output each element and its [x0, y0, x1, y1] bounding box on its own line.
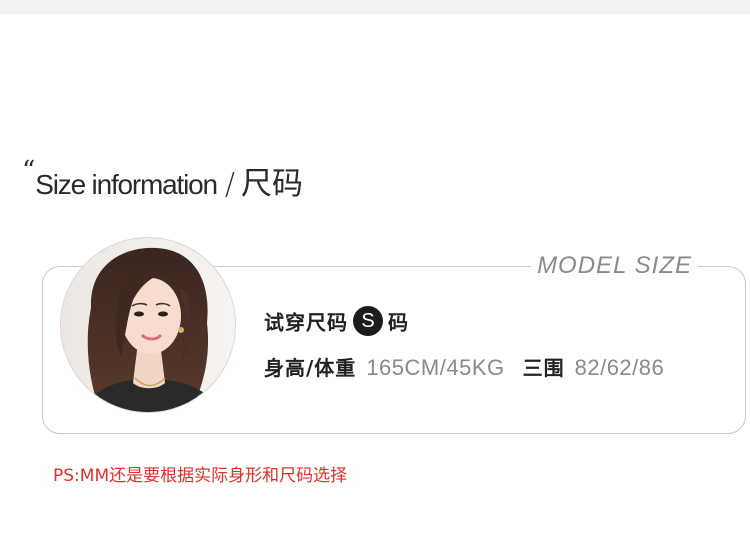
- heading-chinese: 尺码: [240, 166, 303, 202]
- measurements-label: 三围: [522, 356, 565, 380]
- height-weight-value: 165CM/45KG: [366, 355, 505, 380]
- heading-separator: /: [224, 167, 235, 202]
- stats-row: 身高/体重 165CM/45KG 三围 82/62/86: [264, 352, 664, 381]
- fit-note: PS:MM还是要根据实际身形和尺码选择: [53, 466, 348, 486]
- top-band: [0, 0, 750, 14]
- model-avatar: [60, 237, 236, 413]
- height-weight-label: 身高/体重: [264, 356, 357, 380]
- section-heading: “Size information / 尺码: [22, 156, 303, 203]
- size-badge: S: [353, 306, 383, 336]
- heading-quote-mark: “: [22, 156, 36, 186]
- trial-size-label: 试穿尺码: [264, 310, 348, 335]
- size-suffix: 码: [388, 310, 408, 335]
- heading-english: Size information: [35, 169, 218, 200]
- trial-size-row: 试穿尺码 S 码: [264, 306, 408, 336]
- measurements-value: 82/62/86: [574, 355, 665, 380]
- model-size-label: MODEL SIZE: [531, 252, 698, 280]
